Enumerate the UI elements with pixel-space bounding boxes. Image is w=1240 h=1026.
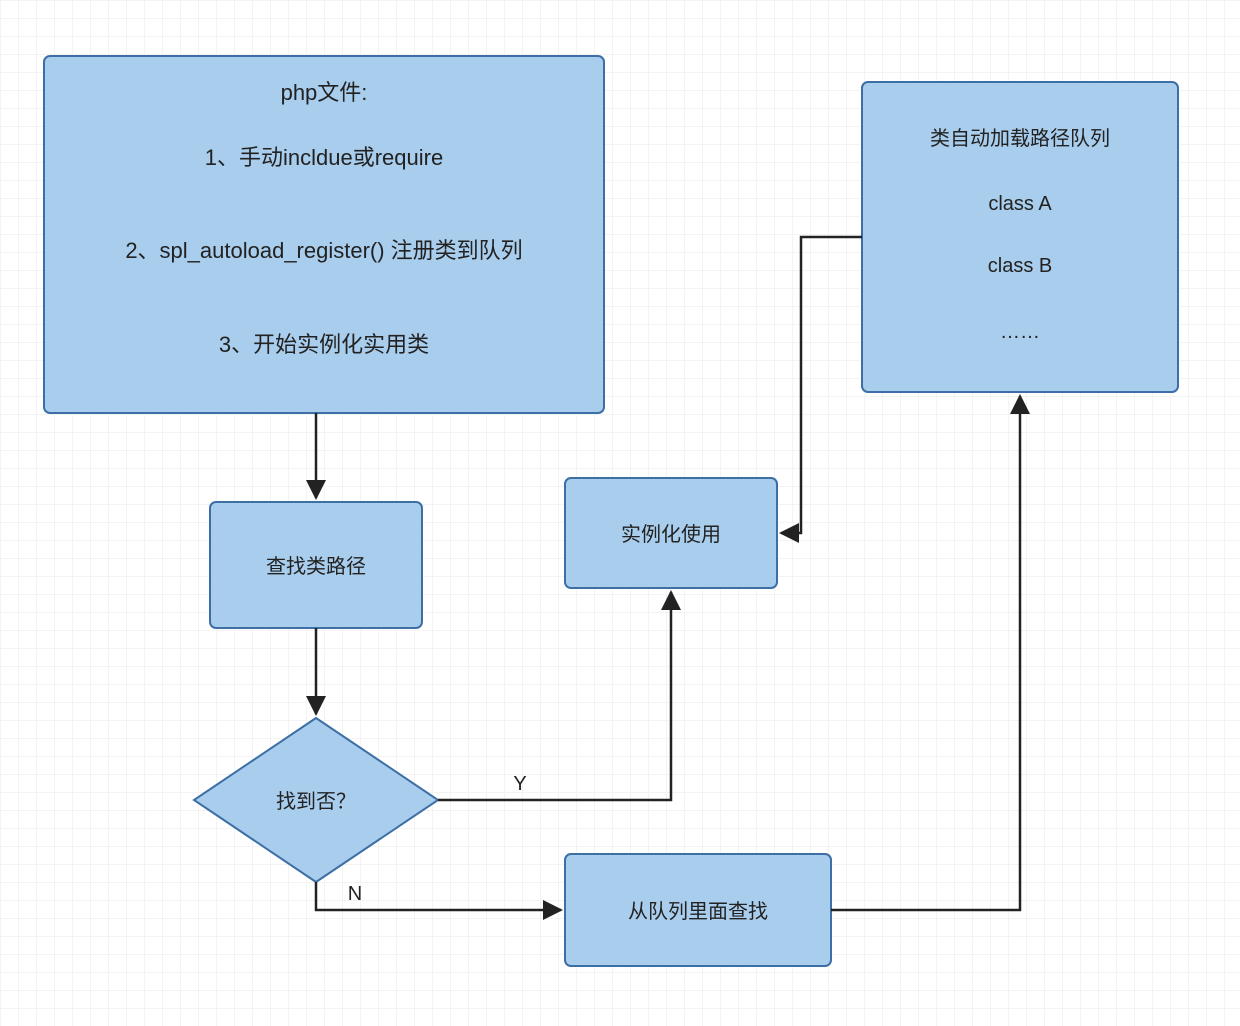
php-file-title: php文件:: [281, 80, 368, 105]
node-php-file: php文件: 1、手动incldue或require 2、spl_autoloa…: [44, 56, 604, 413]
edge-queuelist-instantiate: [781, 237, 862, 533]
find-path-label: 查找类路径: [266, 555, 366, 578]
php-file-line3: 3、开始实例化实用类: [219, 332, 429, 357]
edge-yes-label: Y: [513, 773, 526, 795]
queue-search-label: 从队列里面查找: [628, 900, 768, 923]
edge-decision-yes: [438, 592, 671, 800]
edge-no-label: N: [348, 883, 362, 905]
node-decision-found: 找到否？: [194, 718, 438, 882]
decision-label: 找到否？: [276, 790, 356, 813]
node-queue-list: 类自动加载路径队列 class A class B ……: [862, 82, 1178, 392]
node-instantiate: 实例化使用: [565, 478, 777, 588]
diagram-canvas: php文件: 1、手动incldue或require 2、spl_autoloa…: [0, 0, 1240, 1026]
node-find-path: 查找类路径: [210, 502, 422, 628]
queue-title: 类自动加载路径队列: [930, 127, 1110, 150]
node-queue-search: 从队列里面查找: [565, 854, 831, 966]
queue-item2: class B: [988, 255, 1052, 277]
flowchart-svg: php文件: 1、手动incldue或require 2、spl_autoloa…: [0, 0, 1240, 1026]
instantiate-label: 实例化使用: [621, 523, 721, 546]
php-file-line1: 1、手动incldue或require: [205, 145, 443, 170]
edge-queuesearch-queuelist: [831, 396, 1020, 910]
queue-item3: ……: [1000, 321, 1040, 343]
php-file-line2: 2、spl_autoload_register() 注册类到队列: [125, 238, 522, 263]
queue-item1: class A: [988, 193, 1052, 215]
